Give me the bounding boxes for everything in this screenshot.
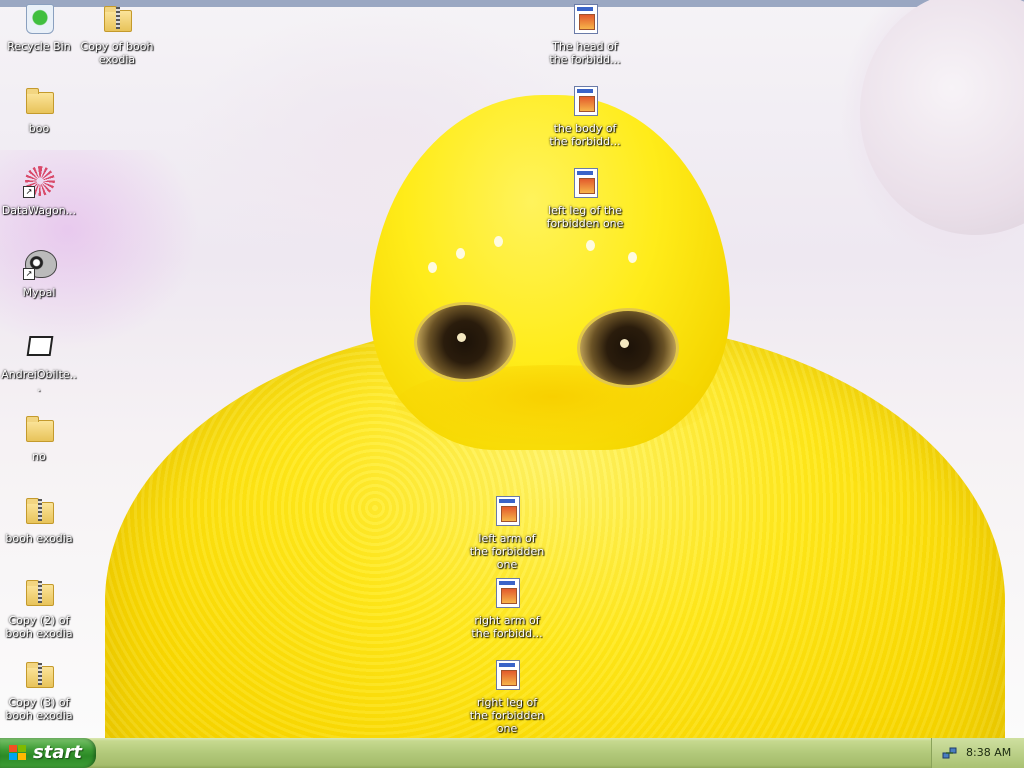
wallpaper-dot bbox=[628, 252, 637, 263]
desktop-icon-head-of-forbidden-one[interactable]: The head of the forbidd... bbox=[546, 2, 624, 66]
desktop-icon-label: Mypal bbox=[22, 286, 56, 299]
system-tray: 8:38 AM bbox=[931, 738, 1024, 768]
wallpaper-ball bbox=[860, 0, 1024, 235]
desktop-icon-copy-3-of-booh-exodia[interactable]: Copy (3) of booh exodia bbox=[0, 658, 78, 722]
desktop-icon-label: Copy (2) of booh exodia bbox=[5, 614, 73, 640]
network-tray-icon[interactable] bbox=[942, 745, 958, 761]
desktop-icon-label: Copy of booh exodia bbox=[80, 40, 154, 66]
zip-folder-icon bbox=[26, 580, 54, 606]
window-shortcut-icon bbox=[26, 336, 54, 356]
start-label: start bbox=[33, 742, 82, 763]
shortcut-arrow-icon: ↗ bbox=[23, 186, 35, 198]
taskbar: start 8:38 AM bbox=[0, 738, 1024, 768]
desktop-icon-label: boo bbox=[28, 122, 50, 135]
image-document-icon bbox=[574, 86, 598, 116]
desktop-icon-copy-2-of-booh-exodia[interactable]: Copy (2) of booh exodia bbox=[0, 576, 78, 640]
desktop-icon-right-leg-of-forbidden-one[interactable]: right leg of the forbidden one bbox=[468, 658, 546, 735]
desktop-icon-left-arm-of-forbidden-one[interactable]: left arm of the forbidden one bbox=[468, 494, 546, 571]
windows-logo-icon bbox=[9, 745, 27, 761]
desktop-icon-andreiobilte[interactable]: AndreiObilte... bbox=[0, 330, 78, 394]
desktop-icon-booh-exodia[interactable]: booh exodia bbox=[0, 494, 78, 545]
desktop-icon-mypal[interactable]: ↗ Mypal bbox=[0, 248, 78, 299]
desktop-icon-label: Copy (3) of booh exodia bbox=[5, 696, 73, 722]
desktop-icon-label: the body of the forbidd... bbox=[549, 122, 621, 148]
image-document-icon bbox=[496, 660, 520, 690]
wallpaper-dot bbox=[494, 236, 503, 247]
folder-icon bbox=[26, 88, 54, 114]
clock[interactable]: 8:38 AM bbox=[966, 746, 1011, 759]
zip-folder-icon bbox=[104, 6, 132, 32]
desktop-icon-left-leg-of-forbidden-one[interactable]: left leg of the forbidden one bbox=[546, 166, 624, 230]
shortcut-arrow-icon: ↗ bbox=[23, 268, 35, 280]
wallpaper-creature-left-eye bbox=[417, 305, 513, 379]
desktop-icon-no[interactable]: no bbox=[0, 412, 78, 463]
desktop-icon-label: left arm of the forbidden one bbox=[469, 532, 545, 571]
zip-folder-icon bbox=[26, 662, 54, 688]
desktop-icon-label: left leg of the forbidden one bbox=[546, 204, 624, 230]
image-document-icon bbox=[496, 496, 520, 526]
image-document-icon bbox=[574, 168, 598, 198]
recycle-bin-icon bbox=[26, 4, 54, 34]
desktop-icon-label: The head of the forbidd... bbox=[549, 40, 621, 66]
desktop-icon-datawagon[interactable]: ↗ DataWagon... bbox=[0, 166, 78, 217]
desktop-icon-recycle-bin[interactable]: Recycle Bin bbox=[0, 2, 78, 53]
image-document-icon bbox=[496, 578, 520, 608]
wallpaper-creature-right-eye bbox=[580, 311, 676, 385]
wallpaper-dot bbox=[586, 240, 595, 251]
desktop-icon-body-of-forbidden-one[interactable]: the body of the forbidd... bbox=[546, 84, 624, 148]
desktop-icon-label: DataWagon... bbox=[1, 204, 77, 217]
desktop-icon-label: booh exodia bbox=[5, 532, 73, 545]
desktop-icon-label: right arm of the forbidd... bbox=[471, 614, 543, 640]
desktop-background: Recycle Bin Copy of booh exodia The head… bbox=[0, 0, 1024, 738]
image-document-icon bbox=[574, 4, 598, 34]
desktop-icon-label: Recycle Bin bbox=[7, 40, 71, 53]
folder-icon bbox=[26, 416, 54, 442]
wallpaper-dot bbox=[428, 262, 437, 273]
desktop-icon-label: right leg of the forbidden one bbox=[469, 696, 545, 735]
start-button[interactable]: start bbox=[0, 738, 96, 768]
desktop-icon-label: no bbox=[32, 450, 46, 463]
desktop-icon-copy-of-booh-exodia[interactable]: Copy of booh exodia bbox=[78, 2, 156, 66]
desktop-icon-label: AndreiObilte... bbox=[1, 368, 77, 394]
desktop-icon-boo[interactable]: boo bbox=[0, 84, 78, 135]
desktop-icon-right-arm-of-forbidden-one[interactable]: right arm of the forbidd... bbox=[468, 576, 546, 640]
zip-folder-icon bbox=[26, 498, 54, 524]
wallpaper-dot bbox=[456, 248, 465, 259]
wallpaper-creature-chin bbox=[395, 365, 710, 445]
